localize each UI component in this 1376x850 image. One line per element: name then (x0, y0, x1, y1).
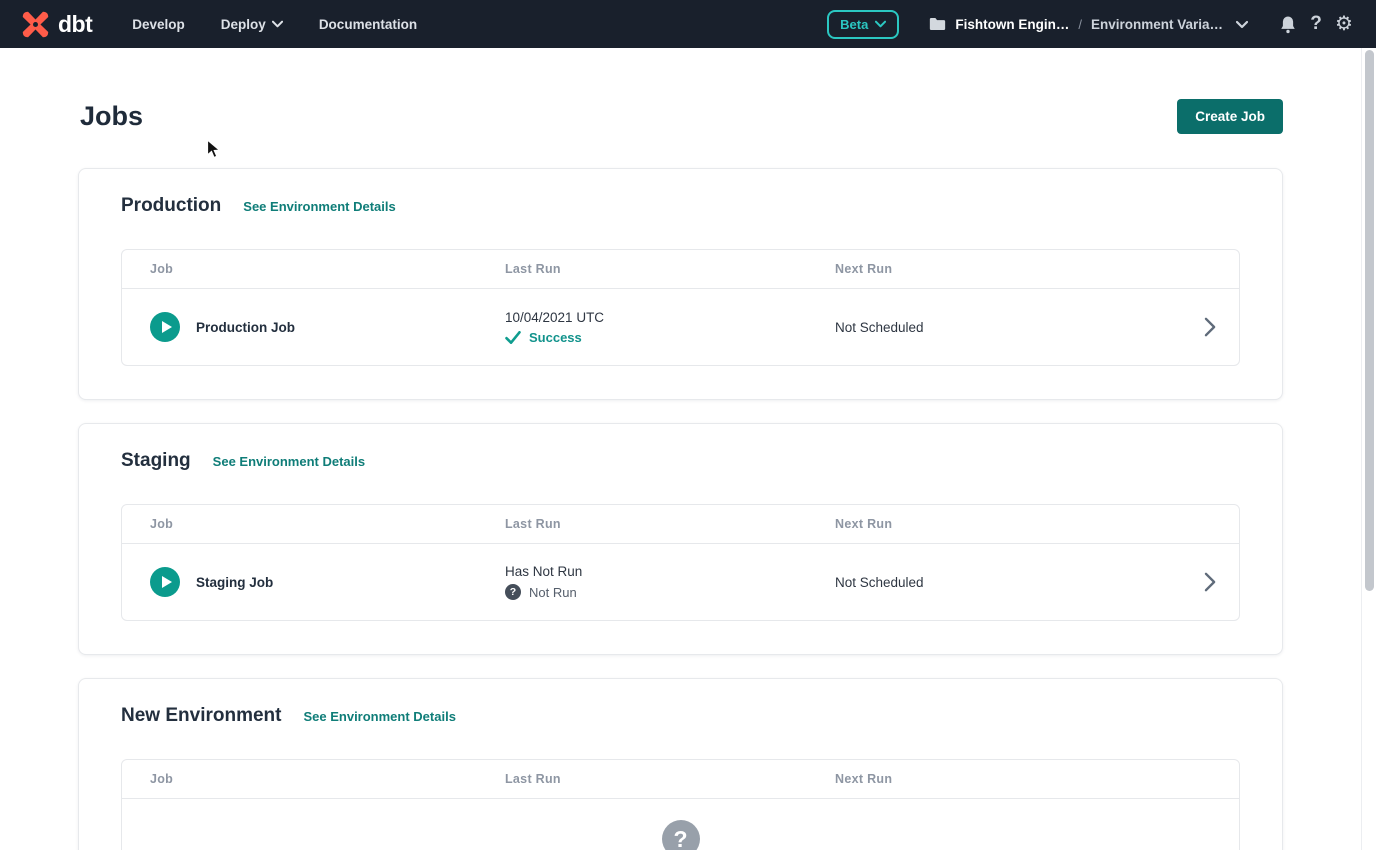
mouse-cursor (206, 139, 222, 166)
column-header-last-run: Last Run (477, 262, 807, 276)
jobs-table: Job Last Run Next Run ? (121, 759, 1240, 850)
beta-dropdown[interactable]: Beta (827, 10, 899, 39)
vertical-scrollbar[interactable] (1361, 48, 1376, 850)
next-run-value: Not Scheduled (807, 320, 1181, 335)
chevron-right-icon[interactable] (1204, 317, 1217, 337)
breadcrumb: Fishtown Engin… / Environment Varia… (929, 17, 1248, 32)
table-header-row: Job Last Run Next Run (122, 250, 1239, 289)
environment-card-production: Production See Environment Details Job L… (78, 168, 1283, 400)
breadcrumb-org[interactable]: Fishtown Engin… (955, 17, 1069, 32)
run-job-button[interactable] (150, 312, 180, 342)
nav-documentation[interactable]: Documentation (319, 17, 417, 32)
jobs-table: Job Last Run Next Run Staging Job Has No… (121, 504, 1240, 621)
help-button[interactable]: ? (1302, 10, 1330, 38)
last-run-date: Has Not Run (505, 564, 807, 579)
settings-button[interactable]: ⚙︎ (1330, 10, 1358, 38)
primary-nav: Develop Deploy Documentation (132, 17, 417, 32)
see-environment-details-link[interactable]: See Environment Details (213, 454, 365, 469)
empty-state-question-icon: ? (662, 820, 700, 850)
jobs-table: Job Last Run Next Run Production Job 10/… (121, 249, 1240, 366)
top-navigation: dbt Develop Deploy Documentation Beta Fi… (0, 0, 1376, 48)
empty-state: ? (122, 799, 1239, 850)
job-row[interactable]: Production Job 10/04/2021 UTC Success No… (122, 289, 1239, 365)
nav-develop[interactable]: Develop (132, 17, 185, 32)
job-row[interactable]: Staging Job Has Not Run ? Not Run Not Sc… (122, 544, 1239, 620)
notifications-button[interactable] (1274, 10, 1302, 38)
create-job-button[interactable]: Create Job (1177, 99, 1283, 134)
dbt-logo-icon (20, 9, 51, 40)
brand-wordmark: dbt (58, 11, 92, 38)
folder-icon (929, 17, 946, 31)
environment-name: New Environment (121, 705, 281, 727)
table-header-row: Job Last Run Next Run (122, 760, 1239, 799)
breadcrumb-project[interactable]: Environment Varia… (1091, 17, 1223, 32)
environment-name: Production (121, 195, 221, 217)
play-icon (162, 321, 172, 333)
chevron-down-icon (875, 20, 886, 28)
job-name[interactable]: Production Job (196, 320, 295, 335)
column-header-job: Job (122, 772, 477, 786)
not-run-icon: ? (505, 584, 521, 600)
column-header-next-run: Next Run (807, 517, 1181, 531)
environment-name: Staging (121, 450, 191, 472)
column-header-job: Job (122, 262, 477, 276)
run-job-button[interactable] (150, 567, 180, 597)
next-run-value: Not Scheduled (807, 575, 1181, 590)
column-header-last-run: Last Run (477, 772, 807, 786)
chevron-down-icon (272, 20, 283, 28)
chevron-right-icon[interactable] (1204, 572, 1217, 592)
last-run-date: 10/04/2021 UTC (505, 310, 807, 325)
success-check-icon (505, 331, 521, 344)
column-header-next-run: Next Run (807, 772, 1181, 786)
bell-icon (1279, 15, 1297, 34)
page-title: Jobs (80, 101, 143, 132)
chevron-down-icon[interactable] (1236, 20, 1248, 29)
job-name[interactable]: Staging Job (196, 575, 273, 590)
dbt-brand[interactable]: dbt (20, 9, 92, 40)
column-header-next-run: Next Run (807, 262, 1181, 276)
play-icon (162, 576, 172, 588)
column-header-job: Job (122, 517, 477, 531)
nav-deploy[interactable]: Deploy (221, 17, 283, 32)
environment-card-new-environment: New Environment See Environment Details … (78, 678, 1283, 850)
column-header-last-run: Last Run (477, 517, 807, 531)
gear-icon: ⚙︎ (1335, 14, 1353, 34)
see-environment-details-link[interactable]: See Environment Details (243, 199, 395, 214)
scrollbar-thumb[interactable] (1365, 50, 1374, 591)
breadcrumb-separator: / (1078, 17, 1082, 32)
last-run-status: Not Run (529, 585, 577, 600)
help-icon: ? (1310, 13, 1322, 35)
table-header-row: Job Last Run Next Run (122, 505, 1239, 544)
environment-card-staging: Staging See Environment Details Job Last… (78, 423, 1283, 655)
see-environment-details-link[interactable]: See Environment Details (303, 709, 455, 724)
last-run-status: Success (529, 330, 582, 345)
